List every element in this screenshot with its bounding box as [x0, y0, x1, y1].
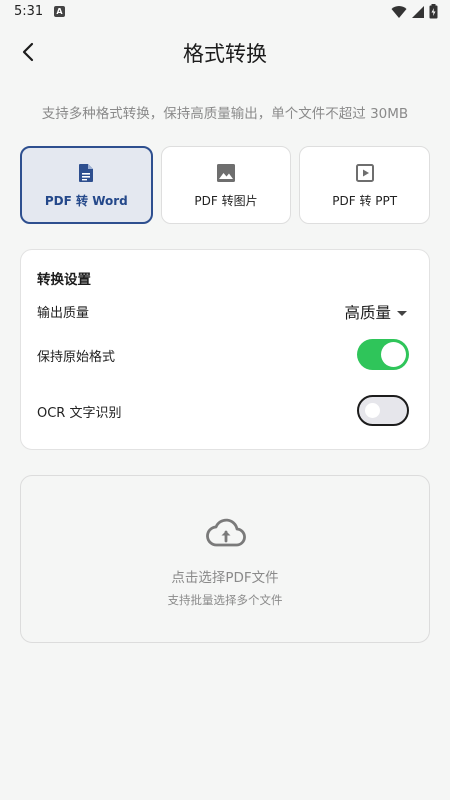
- file-upload-area[interactable]: 点击选择PDF文件 支持批量选择多个文件: [20, 475, 430, 643]
- status-time: 5:31: [14, 4, 44, 19]
- battery-icon: [429, 4, 438, 19]
- output-quality-select[interactable]: 高质量: [344, 301, 407, 323]
- conversion-settings-card: 转换设置 输出质量 高质量 保持原始格式 OCR 文字识别: [20, 249, 430, 450]
- status-bar: 5:31 A: [0, 0, 450, 24]
- page-title: 格式转换: [183, 42, 267, 66]
- cloud-upload-icon: [206, 518, 246, 547]
- dropdown-arrow-icon: [397, 310, 407, 316]
- mode-pdf-to-word[interactable]: PDF 转 Word: [20, 146, 153, 224]
- upload-title: 点击选择PDF文件: [171, 570, 279, 586]
- slideshow-icon: [355, 163, 374, 182]
- mode-label: PDF 转 PPT: [332, 193, 398, 208]
- wifi-icon: [391, 5, 407, 18]
- output-quality-label: 输出质量: [37, 306, 90, 321]
- ocr-toggle[interactable]: [357, 395, 409, 426]
- page-description: 支持多种格式转换，保持高质量输出，单个文件不超过 30MB: [41, 106, 409, 122]
- output-quality-value: 高质量: [344, 304, 391, 322]
- document-icon: [79, 163, 94, 182]
- keep-format-toggle[interactable]: [357, 339, 409, 370]
- conversion-mode-selector: PDF 转 Word PDF 转图片 PDF 转 PPT: [20, 146, 431, 224]
- mode-label: PDF 转 Word: [44, 193, 128, 208]
- ocr-label: OCR 文字识别: [37, 406, 122, 421]
- app-bar: 格式转换: [0, 28, 450, 76]
- status-indicators: [391, 4, 438, 19]
- mode-label: PDF 转图片: [194, 193, 258, 208]
- settings-title: 转换设置: [37, 272, 91, 288]
- mode-pdf-to-image[interactable]: PDF 转图片: [160, 146, 292, 224]
- notification-icon: A: [54, 6, 65, 17]
- upload-hint: 支持批量选择多个文件: [167, 593, 283, 607]
- toggle-knob: [381, 342, 406, 367]
- keep-format-label: 保持原始格式: [37, 350, 116, 365]
- image-icon: [217, 163, 235, 182]
- signal-icon: [412, 5, 424, 18]
- toggle-knob: [365, 403, 380, 418]
- mode-pdf-to-ppt[interactable]: PDF 转 PPT: [299, 146, 431, 224]
